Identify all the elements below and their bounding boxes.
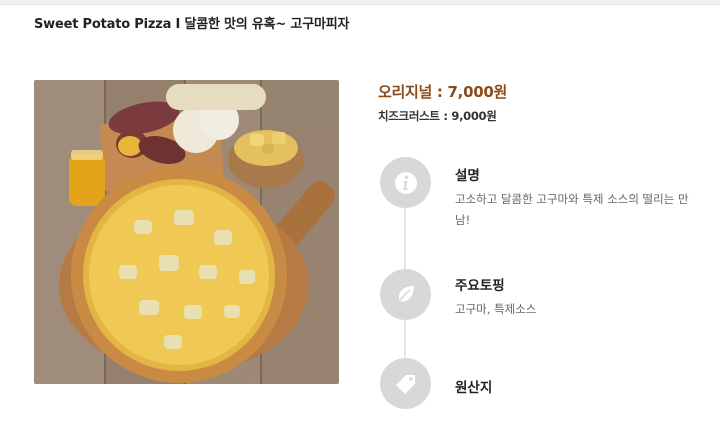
top-border	[0, 0, 720, 5]
pizza-photo	[34, 80, 339, 384]
section-title-description: 설명	[455, 168, 480, 184]
price-original: 오리지널 : 7,000원	[378, 83, 507, 101]
section-title-toppings: 주요토핑	[455, 278, 505, 294]
leaf-icon	[380, 269, 431, 320]
section-text-description: 고소하고 달콤한 고구마와 특제 소스의 떨리는 만남!	[455, 192, 689, 227]
tag-icon	[380, 358, 431, 409]
page-title: Sweet Potato Pizza I 달콤한 맛의 유혹~ 고구마피자	[34, 17, 350, 32]
info-icon	[380, 157, 431, 208]
price-cheese-crust: 치즈크러스트 : 9,000원	[378, 109, 497, 123]
section-text-toppings: 고구마, 특제소스	[455, 302, 537, 316]
section-title-origin: 원산지	[455, 380, 493, 396]
